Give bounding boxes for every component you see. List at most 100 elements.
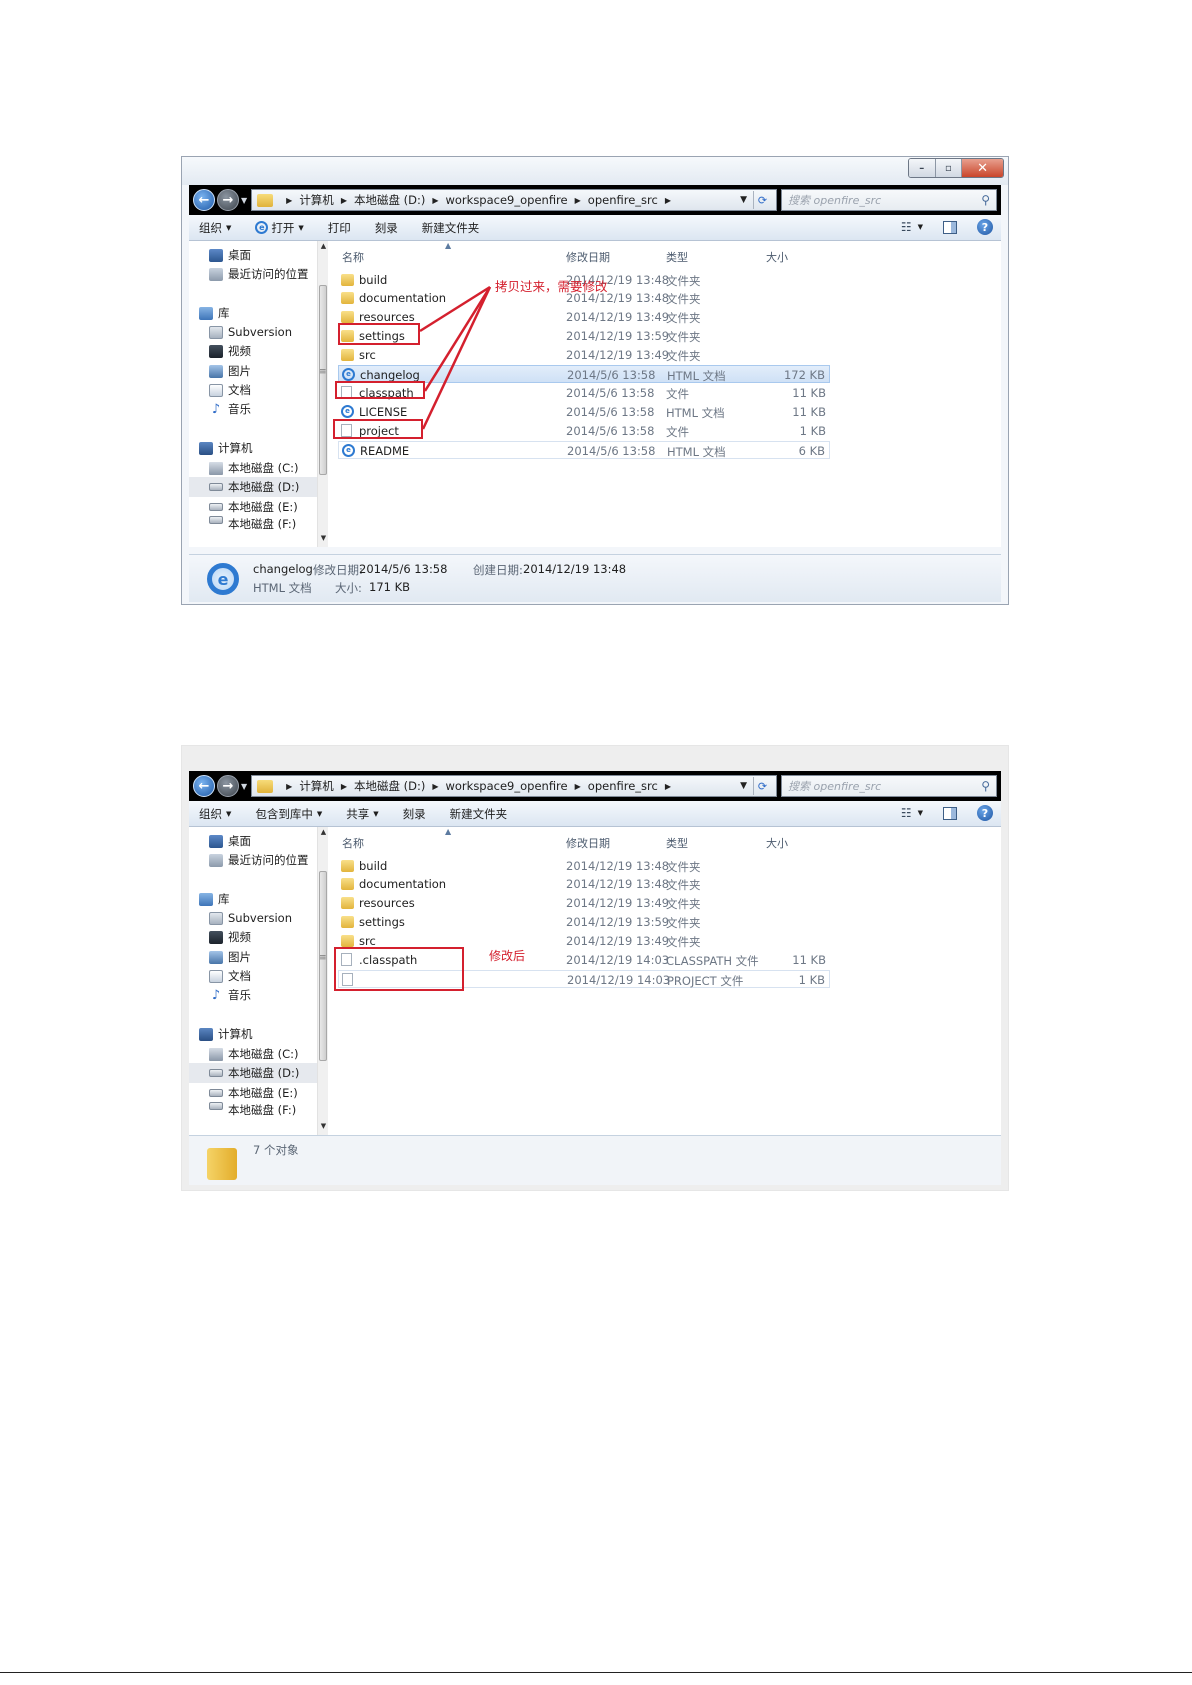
- nav-music[interactable]: ♪ 音乐: [189, 399, 324, 419]
- address-bar[interactable]: ▶ 计算机 ▶ 本地磁盘 (D:) ▶ workspace9_openfire …: [251, 189, 777, 211]
- scroll-thumb[interactable]: [319, 285, 327, 475]
- refresh-icon[interactable]: ⟳: [753, 777, 771, 795]
- file-row-settings[interactable]: settings 2014/12/19 13:59 文件夹: [338, 913, 830, 931]
- breadcrumb-workspace[interactable]: workspace9_openfire: [445, 193, 567, 207]
- chevron-right-icon[interactable]: ▶: [286, 782, 292, 791]
- preview-pane-icon[interactable]: [943, 220, 957, 234]
- nav-drive-e[interactable]: 本地磁盘 (E:): [189, 1083, 324, 1103]
- organize-button[interactable]: 组织 ▼: [199, 806, 231, 822]
- chevron-down-icon[interactable]: ▼: [918, 809, 923, 817]
- scroll-thumb[interactable]: [319, 871, 327, 1061]
- chevron-right-icon[interactable]: ▶: [432, 782, 438, 791]
- chevron-right-icon[interactable]: ▶: [341, 782, 347, 791]
- file-row-resources[interactable]: resources 2014/12/19 13:49 文件夹: [338, 894, 830, 912]
- breadcrumb-computer[interactable]: 计算机: [299, 778, 334, 794]
- file-row-documentation[interactable]: documentation 2014/12/19 13:48 文件夹: [338, 875, 830, 893]
- column-header-name[interactable]: 名称: [342, 835, 364, 851]
- include-in-library-button[interactable]: 包含到库中 ▼: [255, 806, 322, 822]
- nav-desktop[interactable]: 桌面: [189, 831, 324, 851]
- column-header-date[interactable]: 修改日期: [566, 835, 610, 851]
- chevron-right-icon[interactable]: ▶: [665, 196, 671, 205]
- address-dropdown-icon[interactable]: ▼: [740, 195, 747, 205]
- nav-videos[interactable]: 视频: [189, 927, 324, 947]
- nav-drive-e[interactable]: 本地磁盘 (E:): [189, 497, 324, 517]
- back-button[interactable]: ←: [193, 189, 215, 211]
- breadcrumb-openfire-src[interactable]: openfire_src: [588, 779, 658, 793]
- search-icon[interactable]: ⚲: [981, 779, 990, 793]
- address-bar[interactable]: ▶ 计算机 ▶ 本地磁盘 (D:) ▶ workspace9_openfire …: [251, 775, 777, 797]
- nav-videos[interactable]: 视频: [189, 341, 324, 361]
- share-button[interactable]: 共享 ▼: [346, 806, 378, 822]
- view-options-icon[interactable]: ☷: [901, 220, 912, 234]
- breadcrumb-openfire-src[interactable]: openfire_src: [588, 193, 658, 207]
- view-options-icon[interactable]: ☷: [901, 806, 912, 820]
- nav-drive-d[interactable]: 本地磁盘 (D:): [189, 1063, 324, 1083]
- nav-libraries[interactable]: 库: [189, 889, 324, 909]
- scroll-down-icon[interactable]: ▼: [318, 1122, 329, 1134]
- nav-drive-d[interactable]: 本地磁盘 (D:): [189, 477, 324, 497]
- forward-button[interactable]: →: [217, 775, 239, 797]
- open-button[interactable]: e 打开 ▼: [255, 220, 304, 236]
- burn-button[interactable]: 刻录: [403, 806, 426, 822]
- nav-computer[interactable]: 计算机: [189, 1024, 324, 1044]
- forward-button[interactable]: →: [217, 189, 239, 211]
- nav-pictures[interactable]: 图片: [189, 361, 324, 381]
- print-button[interactable]: 打印: [328, 220, 351, 236]
- column-header-type[interactable]: 类型: [666, 249, 688, 265]
- new-folder-button[interactable]: 新建文件夹: [422, 220, 480, 236]
- preview-pane-icon[interactable]: [943, 806, 957, 820]
- nav-drive-f[interactable]: 本地磁盘 (F:): [189, 1102, 324, 1116]
- help-icon[interactable]: ?: [977, 805, 993, 821]
- nav-recent[interactable]: 最近访问的位置: [189, 850, 324, 870]
- search-input[interactable]: 搜索 openfire_src ⚲: [781, 775, 997, 797]
- search-icon[interactable]: ⚲: [981, 193, 990, 207]
- nav-computer[interactable]: 计算机: [189, 438, 324, 458]
- breadcrumb-drive-d[interactable]: 本地磁盘 (D:): [354, 192, 425, 208]
- breadcrumb-workspace[interactable]: workspace9_openfire: [445, 779, 567, 793]
- nav-drive-f[interactable]: 本地磁盘 (F:): [189, 516, 324, 530]
- nav-drive-c[interactable]: 本地磁盘 (C:): [189, 1044, 324, 1064]
- chevron-right-icon[interactable]: ▶: [575, 196, 581, 205]
- chevron-down-icon[interactable]: ▼: [918, 223, 923, 231]
- nav-desktop[interactable]: 桌面: [189, 245, 324, 265]
- maximize-button[interactable]: ▫: [935, 159, 963, 177]
- minimize-button[interactable]: –: [909, 159, 936, 177]
- nav-subversion[interactable]: Subversion: [189, 908, 324, 928]
- address-dropdown-icon[interactable]: ▼: [740, 781, 747, 791]
- help-icon[interactable]: ?: [977, 219, 993, 235]
- nav-drive-c[interactable]: 本地磁盘 (C:): [189, 458, 324, 478]
- breadcrumb-computer[interactable]: 计算机: [299, 192, 334, 208]
- scroll-up-icon[interactable]: ▲: [318, 828, 329, 840]
- nav-music[interactable]: ♪ 音乐: [189, 985, 324, 1005]
- nav-scrollbar[interactable]: ▲ ≡ ▼: [317, 241, 328, 547]
- nav-recent[interactable]: 最近访问的位置: [189, 264, 324, 284]
- recent-pages-dropdown-icon[interactable]: ▼: [241, 196, 247, 205]
- chevron-right-icon[interactable]: ▶: [341, 196, 347, 205]
- nav-libraries[interactable]: 库: [189, 303, 324, 323]
- command-bar: 组织 ▼ e 打开 ▼ 打印 刻录 新建文件夹 ☷ ▼ ?: [189, 215, 1001, 241]
- column-header-size[interactable]: 大小: [766, 835, 788, 851]
- nav-scrollbar[interactable]: ▲ ≡ ▼: [317, 827, 328, 1135]
- nav-documents[interactable]: 文档: [189, 380, 324, 400]
- chevron-right-icon[interactable]: ▶: [665, 782, 671, 791]
- chevron-right-icon[interactable]: ▶: [575, 782, 581, 791]
- refresh-icon[interactable]: ⟳: [753, 191, 771, 209]
- burn-button[interactable]: 刻录: [375, 220, 398, 236]
- back-button[interactable]: ←: [193, 775, 215, 797]
- search-input[interactable]: 搜索 openfire_src ⚲: [781, 189, 997, 211]
- new-folder-button[interactable]: 新建文件夹: [450, 806, 508, 822]
- nav-documents[interactable]: 文档: [189, 966, 324, 986]
- scroll-down-icon[interactable]: ▼: [318, 534, 329, 546]
- column-header-type[interactable]: 类型: [666, 835, 688, 851]
- file-row-build[interactable]: build 2014/12/19 13:48 文件夹: [338, 857, 830, 875]
- nav-pictures[interactable]: 图片: [189, 947, 324, 967]
- chevron-right-icon[interactable]: ▶: [432, 196, 438, 205]
- close-button[interactable]: ✕: [962, 159, 1003, 177]
- nav-subversion[interactable]: Subversion: [189, 322, 324, 342]
- breadcrumb-drive-d[interactable]: 本地磁盘 (D:): [354, 778, 425, 794]
- recent-pages-dropdown-icon[interactable]: ▼: [241, 782, 247, 791]
- chevron-right-icon[interactable]: ▶: [286, 196, 292, 205]
- column-header-size[interactable]: 大小: [766, 249, 788, 265]
- organize-button[interactable]: 组织 ▼: [199, 220, 231, 236]
- scroll-up-icon[interactable]: ▲: [318, 242, 329, 254]
